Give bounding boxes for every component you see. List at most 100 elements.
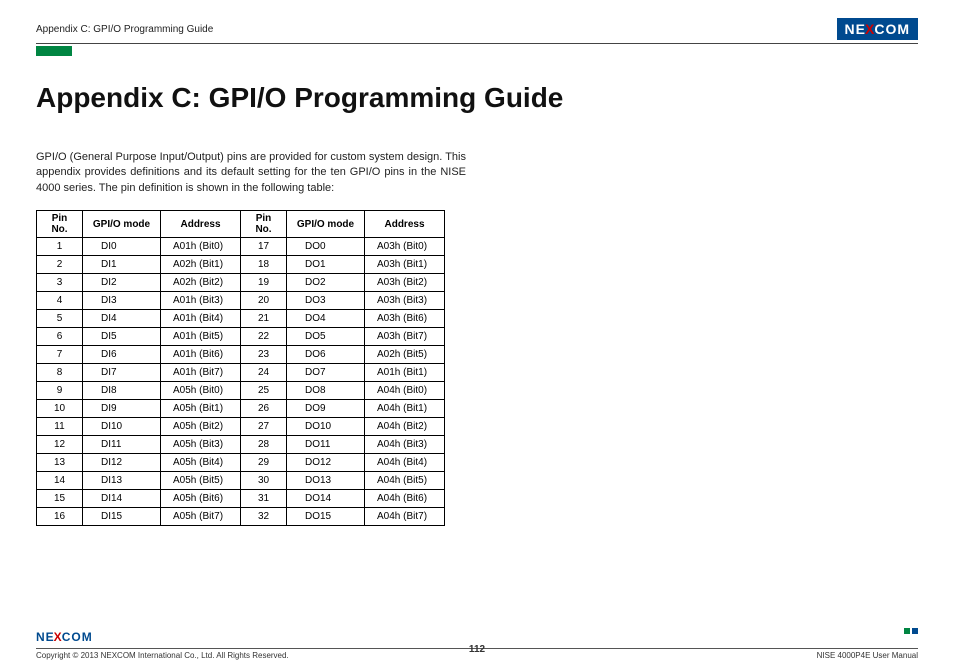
page-footer: NEXCOM Copyright © 2013 NEXCOM Internati… bbox=[36, 628, 918, 660]
table-row: 16DI15A05h (Bit7)32DO15A04h (Bit7) bbox=[37, 508, 445, 526]
breadcrumb: Appendix C: GPI/O Programming Guide bbox=[36, 24, 213, 35]
cell-pin: 29 bbox=[241, 454, 287, 472]
footer-line: Copyright © 2013 NEXCOM International Co… bbox=[36, 648, 918, 660]
cell-mode: DI14 bbox=[83, 490, 161, 508]
cell-mode: DO15 bbox=[287, 508, 365, 526]
cell-addr: A05h (Bit5) bbox=[161, 472, 241, 490]
cell-pin: 10 bbox=[37, 400, 83, 418]
cell-pin: 24 bbox=[241, 364, 287, 382]
cell-pin: 1 bbox=[37, 238, 83, 256]
table-row: 8DI7A01h (Bit7)24DO7A01h (Bit1) bbox=[37, 364, 445, 382]
cell-addr: A05h (Bit6) bbox=[161, 490, 241, 508]
cell-addr: A05h (Bit4) bbox=[161, 454, 241, 472]
footer-brand-logo: NEXCOM bbox=[36, 630, 93, 644]
cell-addr: A04h (Bit3) bbox=[365, 436, 445, 454]
cell-pin: 15 bbox=[37, 490, 83, 508]
table-row: 6DI5A01h (Bit5)22DO5A03h (Bit7) bbox=[37, 328, 445, 346]
logo-text-post: COM bbox=[874, 21, 910, 37]
table-row: 11DI10A05h (Bit2)27DO10A04h (Bit2) bbox=[37, 418, 445, 436]
cell-pin: 12 bbox=[37, 436, 83, 454]
cell-addr: A04h (Bit1) bbox=[365, 400, 445, 418]
cell-addr: A01h (Bit3) bbox=[161, 292, 241, 310]
cell-addr: A01h (Bit7) bbox=[161, 364, 241, 382]
cell-addr: A03h (Bit6) bbox=[365, 310, 445, 328]
cell-mode: DO12 bbox=[287, 454, 365, 472]
cell-addr: A03h (Bit0) bbox=[365, 238, 445, 256]
cell-addr: A04h (Bit2) bbox=[365, 418, 445, 436]
col-addr-left: Address bbox=[161, 211, 241, 238]
cell-pin: 31 bbox=[241, 490, 287, 508]
cell-pin: 16 bbox=[37, 508, 83, 526]
cell-pin: 21 bbox=[241, 310, 287, 328]
table-header-row: Pin No. GPI/O mode Address Pin No. GPI/O… bbox=[37, 211, 445, 238]
page-title: Appendix C: GPI/O Programming Guide bbox=[36, 82, 918, 114]
cell-addr: A03h (Bit1) bbox=[365, 256, 445, 274]
cell-addr: A05h (Bit0) bbox=[161, 382, 241, 400]
cell-addr: A03h (Bit3) bbox=[365, 292, 445, 310]
table-row: 10DI9A05h (Bit1)26DO9A04h (Bit1) bbox=[37, 400, 445, 418]
cell-mode: DO6 bbox=[287, 346, 365, 364]
table-row: 1DI0A01h (Bit0)17DO0A03h (Bit0) bbox=[37, 238, 445, 256]
cell-mode: DI1 bbox=[83, 256, 161, 274]
cell-addr: A01h (Bit6) bbox=[161, 346, 241, 364]
intro-paragraph: GPI/O (General Purpose Input/Output) pin… bbox=[36, 150, 466, 196]
cell-mode: DO7 bbox=[287, 364, 365, 382]
table-row: 12DI11A05h (Bit3)28DO11A04h (Bit3) bbox=[37, 436, 445, 454]
cell-mode: DI12 bbox=[83, 454, 161, 472]
copyright-text: Copyright © 2013 NEXCOM International Co… bbox=[36, 651, 289, 660]
footer-logo-pre: NE bbox=[36, 630, 55, 644]
cell-mode: DI4 bbox=[83, 310, 161, 328]
cell-mode: DO4 bbox=[287, 310, 365, 328]
col-addr-right: Address bbox=[365, 211, 445, 238]
cell-pin: 20 bbox=[241, 292, 287, 310]
cell-pin: 17 bbox=[241, 238, 287, 256]
footer-logo-post: COM bbox=[62, 630, 93, 644]
cell-mode: DI11 bbox=[83, 436, 161, 454]
cell-addr: A05h (Bit7) bbox=[161, 508, 241, 526]
page-header: Appendix C: GPI/O Programming Guide NEXC… bbox=[36, 18, 918, 44]
table-row: 3DI2A02h (Bit2)19DO2A03h (Bit2) bbox=[37, 274, 445, 292]
table-row: 9DI8A05h (Bit0)25DO8A04h (Bit0) bbox=[37, 382, 445, 400]
cell-addr: A05h (Bit3) bbox=[161, 436, 241, 454]
cell-pin: 19 bbox=[241, 274, 287, 292]
cell-mode: DO13 bbox=[287, 472, 365, 490]
cell-mode: DO14 bbox=[287, 490, 365, 508]
cell-mode: DI0 bbox=[83, 238, 161, 256]
cell-pin: 14 bbox=[37, 472, 83, 490]
cell-mode: DO3 bbox=[287, 292, 365, 310]
col-pin-left: Pin No. bbox=[37, 211, 83, 238]
cell-addr: A05h (Bit2) bbox=[161, 418, 241, 436]
cell-mode: DO1 bbox=[287, 256, 365, 274]
cell-addr: A04h (Bit7) bbox=[365, 508, 445, 526]
cell-pin: 9 bbox=[37, 382, 83, 400]
section-marker bbox=[36, 46, 72, 56]
cell-addr: A01h (Bit4) bbox=[161, 310, 241, 328]
cell-mode: DI3 bbox=[83, 292, 161, 310]
cell-addr: A02h (Bit1) bbox=[161, 256, 241, 274]
cell-pin: 32 bbox=[241, 508, 287, 526]
cell-pin: 26 bbox=[241, 400, 287, 418]
table-row: 15DI14A05h (Bit6)31DO14A04h (Bit6) bbox=[37, 490, 445, 508]
cell-mode: DO0 bbox=[287, 238, 365, 256]
cell-mode: DI6 bbox=[83, 346, 161, 364]
page-number: 112 bbox=[469, 644, 485, 655]
cell-mode: DI13 bbox=[83, 472, 161, 490]
cell-addr: A04h (Bit0) bbox=[365, 382, 445, 400]
cell-addr: A04h (Bit6) bbox=[365, 490, 445, 508]
cell-addr: A02h (Bit2) bbox=[161, 274, 241, 292]
cell-mode: DI8 bbox=[83, 382, 161, 400]
pin-definition-table: Pin No. GPI/O mode Address Pin No. GPI/O… bbox=[36, 210, 445, 526]
brand-logo: NEXCOM bbox=[837, 18, 918, 40]
cell-pin: 13 bbox=[37, 454, 83, 472]
cell-pin: 2 bbox=[37, 256, 83, 274]
cell-pin: 22 bbox=[241, 328, 287, 346]
table-row: 7DI6A01h (Bit6)23DO6A02h (Bit5) bbox=[37, 346, 445, 364]
cell-mode: DO10 bbox=[287, 418, 365, 436]
cell-mode: DI7 bbox=[83, 364, 161, 382]
cell-pin: 8 bbox=[37, 364, 83, 382]
cell-mode: DI15 bbox=[83, 508, 161, 526]
cell-mode: DO8 bbox=[287, 382, 365, 400]
cell-pin: 5 bbox=[37, 310, 83, 328]
table-row: 2DI1A02h (Bit1)18DO1A03h (Bit1) bbox=[37, 256, 445, 274]
cell-pin: 7 bbox=[37, 346, 83, 364]
